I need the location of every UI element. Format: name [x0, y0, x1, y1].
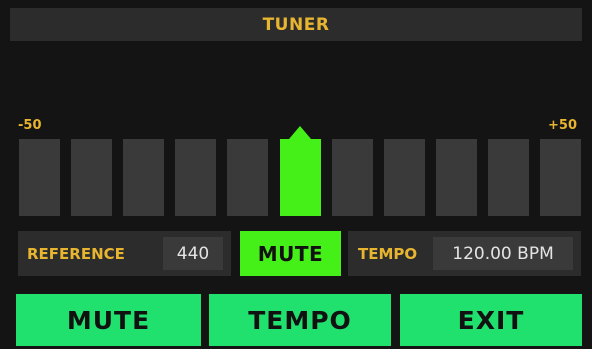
tempo-label: TEMPO: [358, 244, 418, 263]
tempo-value: 120.00 BPM: [433, 237, 573, 270]
title-bar: TUNER: [10, 8, 582, 41]
scale-max-label: +50: [548, 118, 577, 133]
meter-segment: [123, 139, 164, 216]
tempo-button[interactable]: TEMPO: [209, 294, 391, 346]
meter-segment-active: [280, 139, 321, 216]
meter-segment: [384, 139, 425, 216]
meter-segment: [436, 139, 477, 216]
meter-segment: [227, 139, 268, 216]
meter-segment: [488, 139, 529, 216]
meter-segment: [332, 139, 373, 216]
scale-min-label: -50: [18, 118, 42, 133]
tempo-panel: TEMPO 120.00 BPM: [348, 231, 581, 276]
meter-segment: [71, 139, 112, 216]
page-title: TUNER: [262, 14, 330, 35]
exit-button[interactable]: EXIT: [400, 294, 582, 346]
meter-segment: [540, 139, 581, 216]
tuner-screen: TUNER -50 +50 REFERENCE 440 MUTE TEMPO 1…: [0, 0, 592, 349]
reference-label: REFERENCE: [27, 244, 125, 263]
reference-value: 440: [163, 237, 223, 270]
mute-button[interactable]: MUTE: [16, 294, 201, 346]
reference-panel: REFERENCE 440: [18, 231, 231, 276]
meter-segment: [19, 139, 60, 216]
meter-segment: [175, 139, 216, 216]
pitch-pointer-icon: [289, 126, 311, 139]
mute-indicator: MUTE: [240, 231, 341, 276]
